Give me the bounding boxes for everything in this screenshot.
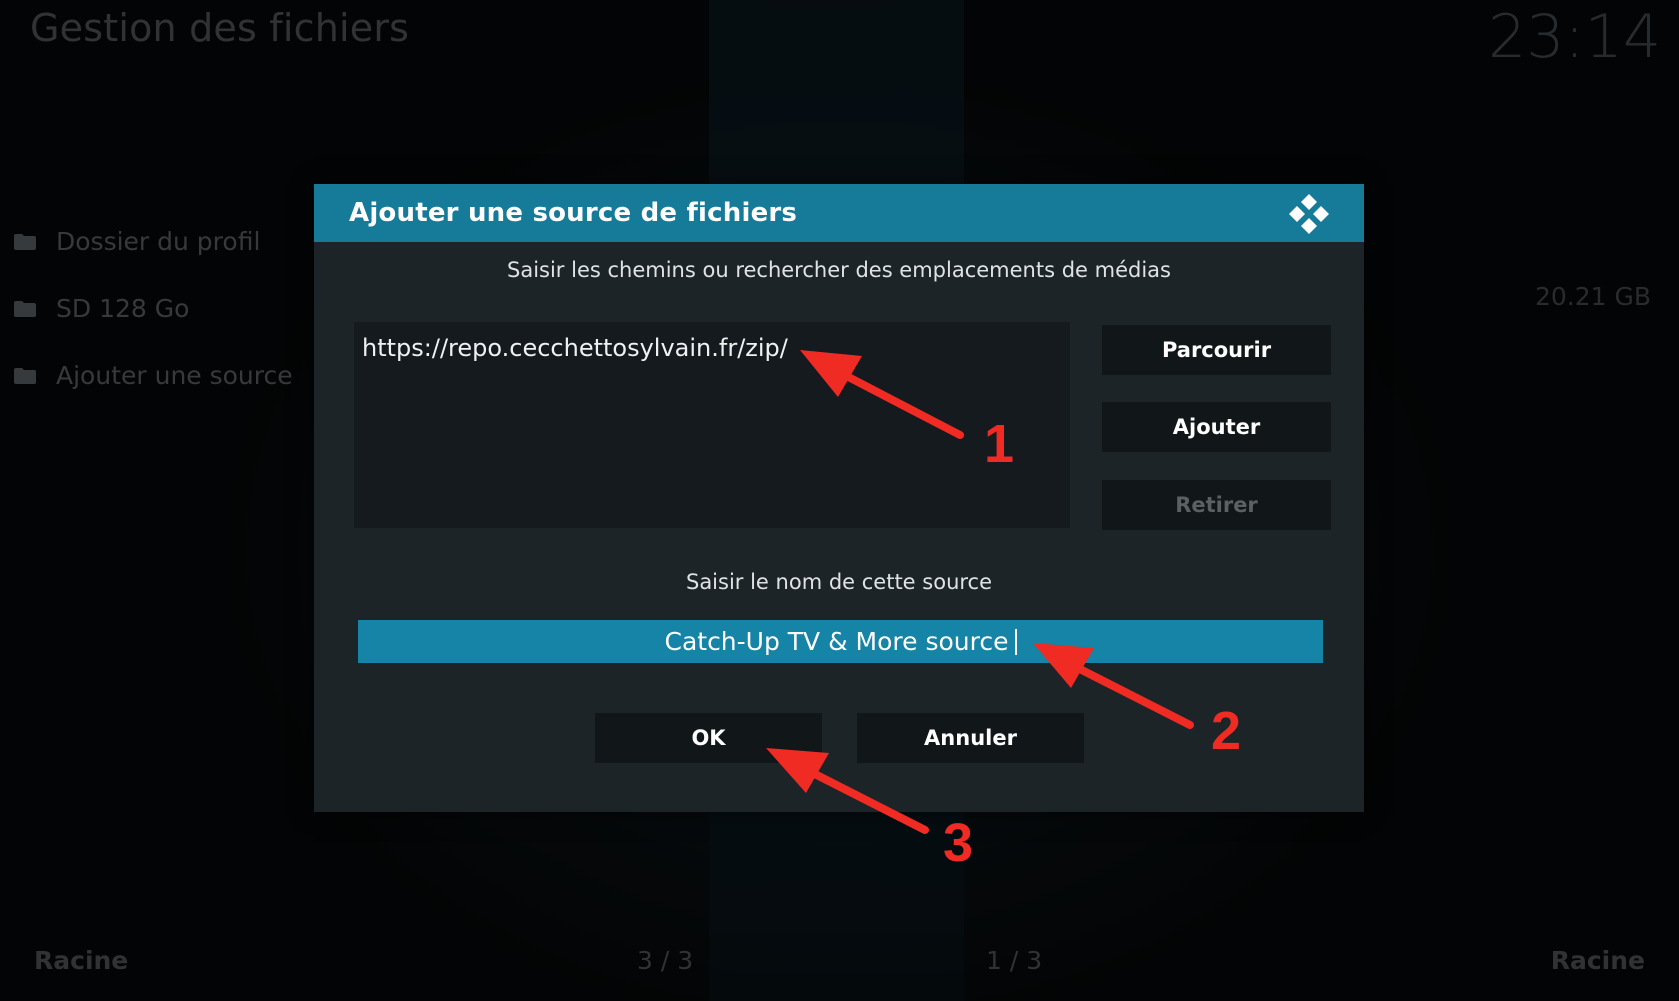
- name-caption: Saisir le nom de cette source: [685, 570, 993, 594]
- ok-button[interactable]: OK: [595, 713, 822, 763]
- source-name-input[interactable]: Catch-Up TV & More source: [358, 620, 1323, 663]
- kodi-logo-icon: [1289, 194, 1329, 234]
- cancel-button[interactable]: Annuler: [857, 713, 1084, 763]
- add-path-button[interactable]: Ajouter: [1102, 402, 1331, 452]
- annotation-number-2: 2: [1211, 701, 1242, 761]
- text-cursor: [1014, 628, 1017, 655]
- add-source-dialog: Ajouter une source de fichiers Saisir le…: [314, 184, 1364, 812]
- browse-button[interactable]: Parcourir: [1102, 325, 1331, 375]
- dialog-title: Ajouter une source de fichiers: [349, 198, 798, 228]
- path-entry[interactable]: https://repo.cecchettosylvain.fr/zip/: [362, 334, 1062, 362]
- paths-list[interactable]: https://repo.cecchettosylvain.fr/zip/: [354, 322, 1070, 528]
- remove-path-button[interactable]: Retirer: [1102, 480, 1331, 530]
- source-name-value: Catch-Up TV & More source: [664, 627, 1009, 656]
- annotation-number-3: 3: [943, 813, 974, 873]
- dialog-header: Ajouter une source de fichiers: [314, 184, 1364, 242]
- paths-caption: Saisir les chemins ou rechercher des emp…: [507, 258, 1171, 282]
- annotation-number-1: 1: [984, 414, 1015, 474]
